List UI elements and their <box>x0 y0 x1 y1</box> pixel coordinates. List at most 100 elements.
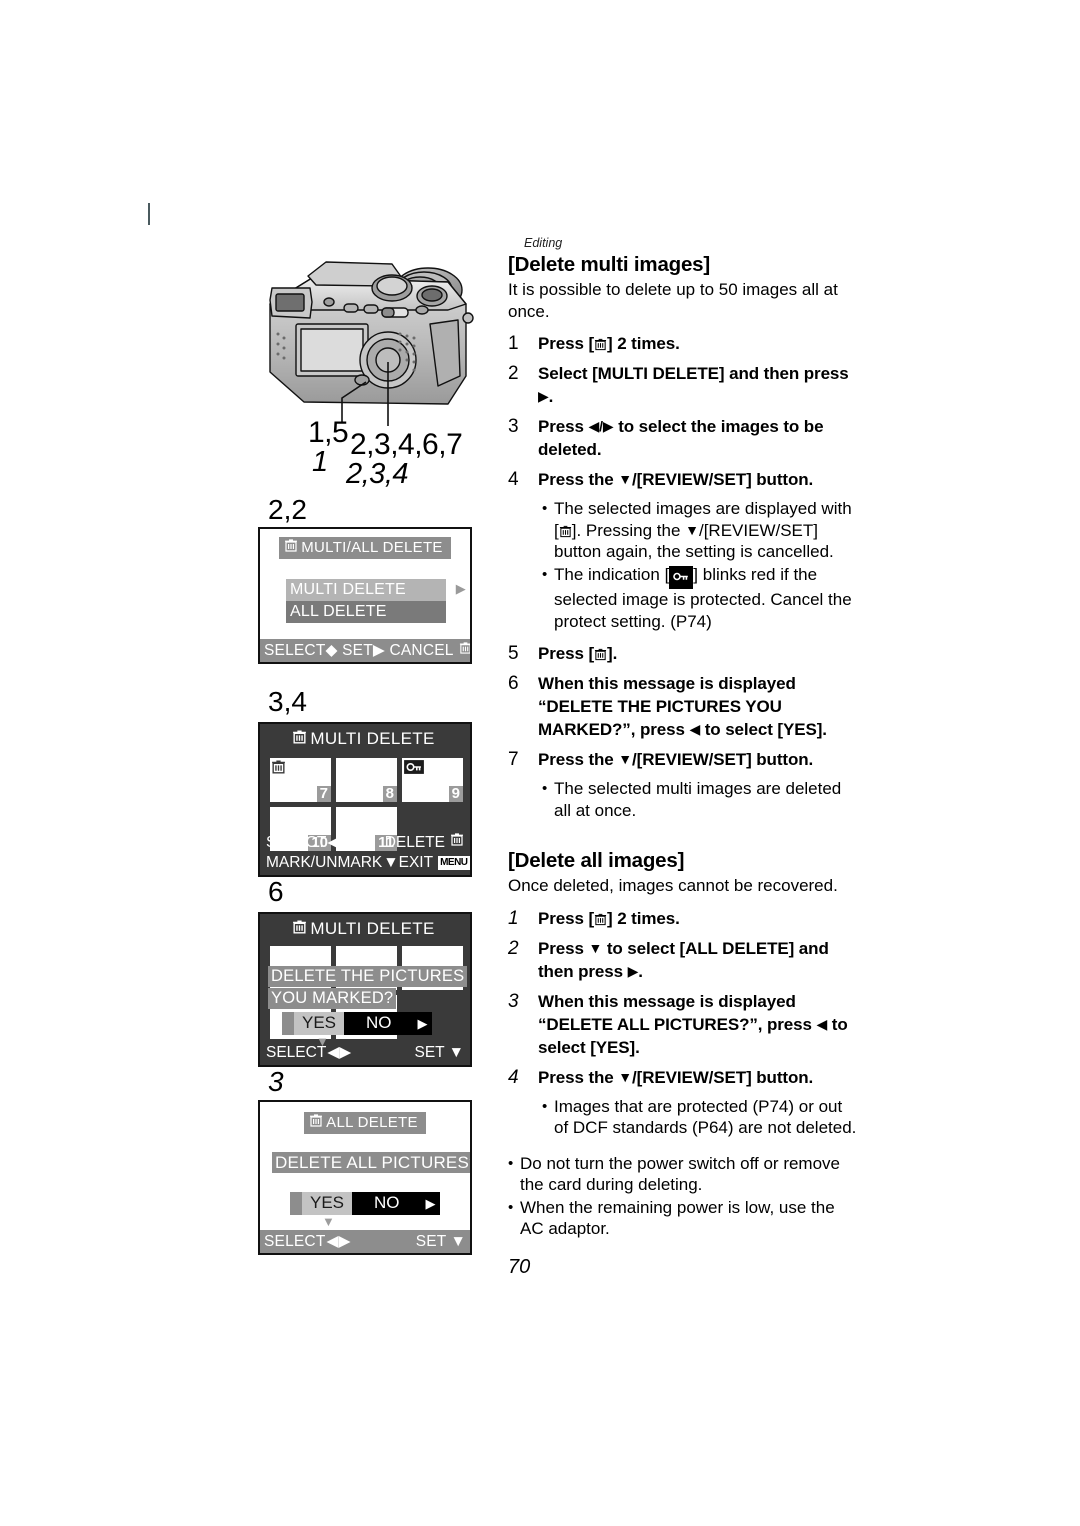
down-arrow-icon: ▼ <box>448 1044 464 1061</box>
selector-lead <box>290 1192 302 1215</box>
step-number: 1 <box>508 907 519 929</box>
step-item: 1 Press [] 2 times. <box>508 907 860 930</box>
bullet-item: • Do not turn the power switch off or re… <box>508 1153 860 1196</box>
down-triangle-icon: ▼ <box>618 751 633 767</box>
menu-item-multi-delete[interactable]: MULTI DELETE ▶ <box>286 579 466 601</box>
trash-icon <box>292 729 307 750</box>
steps-list-all: 1 Press [] 2 times. 2 Press ▼ to select … <box>508 907 860 1089</box>
bullet-item: • When the remaining power is low, use t… <box>508 1197 860 1240</box>
bullet-dot: • <box>542 1097 548 1115</box>
lcd-title-text-1: MULTI/ALL DELETE <box>301 538 443 556</box>
step-text: Press ▼ to select [ALL DELETE] and then … <box>538 938 829 981</box>
protect-key-icon <box>669 565 694 589</box>
step-number: 4 <box>508 469 519 490</box>
step-number: 2 <box>508 937 519 959</box>
yes-button[interactable]: YES <box>302 1192 353 1215</box>
bullets-after-step-4-all: • Images that are protected (P74) or out… <box>542 1096 860 1139</box>
step-item: 4 Press the ▼/[REVIEW/SET] button. <box>508 1066 860 1089</box>
step-text: Press ◀/▶ to select the images to be del… <box>538 417 824 459</box>
trash-icon <box>594 335 607 351</box>
right-triangle-icon: ▶ <box>538 388 549 404</box>
yes-no-selector[interactable]: YES NO ▶ <box>282 1012 432 1035</box>
trash-icon <box>271 759 286 780</box>
step-item: 1 Press [] 2 times. <box>508 332 860 355</box>
step-item: 6 When this message is displayed “DELETE… <box>508 672 860 741</box>
lcd-bottom-bar-1: SELECT◆ SET▶ CANCEL <box>260 639 470 662</box>
down-arrow-icon: ▼ <box>322 1214 335 1229</box>
selector-lead <box>282 1012 294 1035</box>
lcd-title-bar-2: MULTI DELETE <box>260 729 470 750</box>
lcd-screen-confirm-marked: MULTI DELETE DELETE THE PICTURES YOU MAR… <box>258 912 472 1067</box>
down-triangle-icon: ▼ <box>618 1068 633 1085</box>
no-button[interactable]: NO <box>352 1192 422 1215</box>
left-right-arrow-icon: ◀▶ <box>327 1044 352 1061</box>
lcd-screen-all-delete: ALL DELETE DELETE ALL PICTURES? YES NO ▶… <box>258 1100 472 1255</box>
right-arrow-icon: ▶ <box>417 1015 428 1031</box>
down-arrow-icon: ▼ <box>383 854 399 871</box>
screen-step-label-3: 6 <box>268 876 284 907</box>
yes-no-selector[interactable]: YES NO ▶ <box>290 1192 440 1215</box>
step-text: Select [MULTI DELETE] and then press ▶. <box>538 364 849 406</box>
menu-item-all-delete[interactable]: ALL DELETE <box>286 601 446 623</box>
right-arrow-icon: ▶ <box>455 581 466 596</box>
bullet-dot: • <box>508 1198 514 1216</box>
bullet-dot: • <box>542 780 548 797</box>
crop-mark <box>148 203 150 225</box>
lcd-bottom-bar-4: SELECT ◀▶ SET ▼ <box>260 1230 470 1253</box>
thumbnail-item[interactable]: 7 <box>270 758 331 802</box>
bottom-set-label: SET <box>415 1232 447 1250</box>
bottom-select-group: SELECT ◀▶ <box>264 1232 351 1251</box>
step-number: 5 <box>508 643 519 664</box>
bottom-select-label: SELECT <box>266 833 327 851</box>
lcd-title-text-2: MULTI DELETE <box>310 729 435 748</box>
trash-icon <box>450 832 464 853</box>
bullet-dot: • <box>508 1154 514 1172</box>
trash-icon <box>459 641 470 660</box>
thumbnail-number: 9 <box>448 786 463 802</box>
trash-icon <box>594 645 607 661</box>
bullet-item: • The selected multi images are deleted … <box>542 778 860 821</box>
step-number: 3 <box>508 990 519 1012</box>
section-heading-delete-all: [Delete all images] <box>508 849 685 872</box>
bullets-end-multi: • The selected multi images are deleted … <box>542 778 860 821</box>
left-triangle-icon: ◀ <box>816 1015 828 1032</box>
step-text: Press [] 2 times. <box>538 908 680 928</box>
screen-step-label-4: 3 <box>268 1066 284 1097</box>
step-number: 3 <box>508 416 519 437</box>
callout-cursor-upright: 2,3,4,6,7 <box>350 428 463 461</box>
step-text: When this message is displayed “DELETE A… <box>538 991 848 1057</box>
step-item: 5 Press []. <box>508 642 860 665</box>
step-number: 2 <box>508 363 519 384</box>
trash-icon <box>284 538 298 557</box>
bullet-text: The selected images are displayed with [… <box>554 499 852 561</box>
manual-page: 1,5 1 2,3,4,6,7 2,3,4 2,2 MULTI/ALL DELE… <box>0 0 1080 1526</box>
no-button[interactable]: NO <box>344 1012 414 1035</box>
page-number: 70 <box>508 1255 531 1278</box>
step-item: 3 Press ◀/▶ to select the images to be d… <box>508 415 860 461</box>
lcd-title-bar-4: ALL DELETE <box>260 1111 470 1134</box>
camera-illustration <box>252 252 488 432</box>
thumbnail-item[interactable]: 9 <box>402 758 463 802</box>
down-triangle-icon: ▼ <box>685 521 699 538</box>
thumbnail-item[interactable]: 8 <box>336 758 397 802</box>
bottom-set-label: SET <box>414 1044 445 1061</box>
right-arrow-icon: ▶ <box>425 1195 436 1211</box>
step-item: 2 Select [MULTI DELETE] and then press ▶… <box>508 362 860 408</box>
section-intro-multi: It is possible to delete up to 50 images… <box>508 280 838 321</box>
yes-button[interactable]: YES <box>294 1012 345 1035</box>
lcd-screen-multi-delete-grid: MULTI DELETE 7 8 9 10 11 SELECT ◀▶ DELET… <box>258 722 472 877</box>
bullet-dot: • <box>542 500 548 517</box>
step-item: 3 When this message is displayed “DELETE… <box>508 990 860 1059</box>
steps-list-multi: 1 Press [] 2 times. 2 Select [MULTI DELE… <box>508 332 860 491</box>
step-text: Press the ▼/[REVIEW/SET] button. <box>538 750 814 769</box>
bullet-text: Do not turn the power switch off or remo… <box>520 1153 841 1195</box>
confirm-message-line-1: DELETE THE PICTURES <box>268 966 468 987</box>
step-text: Press the ▼/[REVIEW/SET] button. <box>538 470 814 489</box>
bullet-text: The selected multi images are deleted al… <box>554 779 842 820</box>
screen-step-label-1: 2,2 <box>268 494 307 525</box>
thumbnail-number: 8 <box>382 786 397 802</box>
step-text: Press [] 2 times. <box>538 334 680 353</box>
bullet-dot: • <box>542 565 548 583</box>
bullet-item: • The indication [] blinks red if the se… <box>542 564 860 633</box>
lcd-bottom-bar-3: SELECT ◀▶ SET ▼ <box>260 1043 470 1063</box>
